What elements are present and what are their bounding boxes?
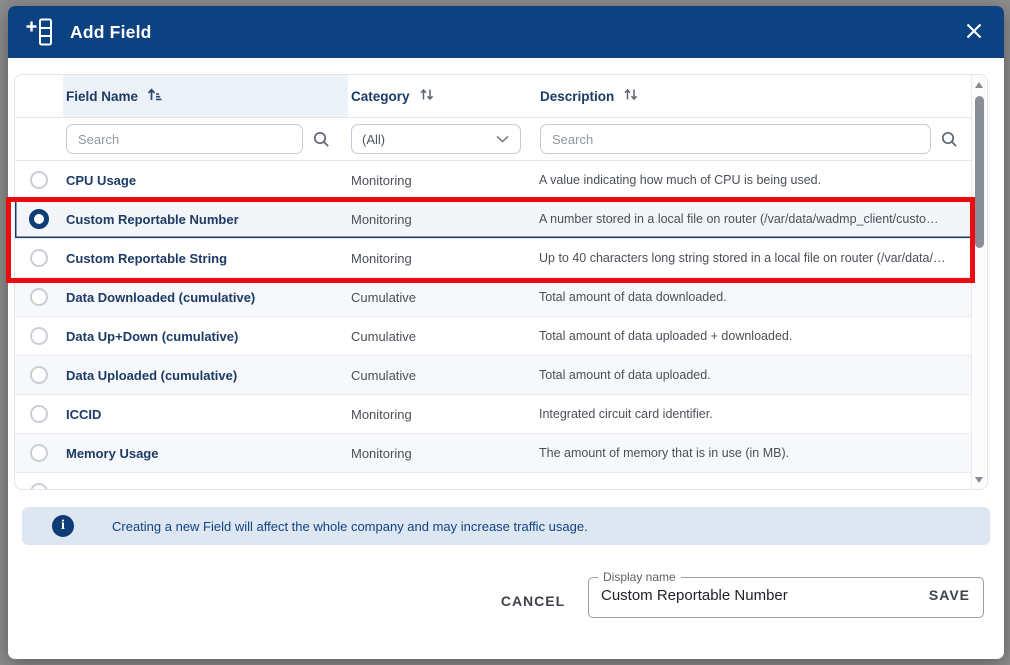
description-cell: Up to 40 characters long string stored i… <box>537 251 971 265</box>
field-name-cell: Memory Usage <box>63 446 348 461</box>
table-row[interactable]: ICCID Monitoring Integrated circuit card… <box>15 395 987 434</box>
description-cell: A number stored in a local file on route… <box>537 212 971 226</box>
description-header-label: Description <box>540 89 614 104</box>
field-name-cell: Custom Reportable Number <box>63 212 348 227</box>
close-icon <box>964 21 984 44</box>
display-name-field: Display name SAVE <box>588 570 984 618</box>
cancel-button[interactable]: CANCEL <box>478 586 588 616</box>
table-row[interactable]: Data Uploaded (cumulative) Cumulative To… <box>15 356 987 395</box>
field-name-cell: Custom Reportable String <box>63 251 348 266</box>
display-name-label: Display name <box>598 570 681 584</box>
category-cell: Cumulative <box>348 368 537 383</box>
table-header-row: Field Name Category <box>15 75 987 118</box>
row-radio[interactable] <box>30 171 48 189</box>
column-header-category[interactable]: Category <box>348 75 537 117</box>
dimmed-backdrop: { "dialog": { "title": "Add Field" }, "t… <box>0 0 1010 665</box>
category-cell: Monitoring <box>348 212 537 227</box>
scroll-up-icon[interactable] <box>975 82 983 88</box>
description-cell: Integrated circuit card identifier. <box>537 407 971 421</box>
field-name-cell: Data Uploaded (cumulative) <box>63 368 348 383</box>
table-row-partial <box>15 473 987 490</box>
sort-updown-icon <box>419 87 435 105</box>
description-cell: Total amount of data uploaded + download… <box>537 329 971 343</box>
field-name-cell: ICCID <box>63 407 348 422</box>
description-cell: Total amount of data downloaded. <box>537 290 971 304</box>
table-row[interactable]: Memory Usage Monitoring The amount of me… <box>15 434 987 473</box>
description-cell: The amount of memory that is in use (in … <box>537 446 971 460</box>
add-field-dialog: Add Field Field Name <box>8 6 1004 659</box>
chevron-down-icon <box>495 134 510 144</box>
info-banner-text: Creating a new Field will affect the who… <box>112 519 588 534</box>
info-icon: i <box>52 515 74 537</box>
category-cell: Monitoring <box>348 446 537 461</box>
category-filter-value: (All) <box>362 132 385 147</box>
field-name-cell: Data Up+Down (cumulative) <box>63 329 348 344</box>
add-field-icon <box>24 16 56 48</box>
description-cell: Total amount of data uploaded. <box>537 368 971 382</box>
row-radio[interactable] <box>30 366 48 384</box>
description-search-input[interactable] <box>540 124 931 154</box>
description-cell: A value indicating how much of CPU is be… <box>537 173 971 187</box>
table-row[interactable]: Custom Reportable String Monitoring Up t… <box>15 239 987 278</box>
field-name-search-input[interactable] <box>66 124 303 154</box>
save-button[interactable]: SAVE <box>916 587 983 603</box>
category-cell: Cumulative <box>348 329 537 344</box>
display-name-input[interactable] <box>589 587 916 604</box>
dialog-title: Add Field <box>70 22 152 43</box>
table-body: CPU Usage Monitoring A value indicating … <box>15 161 987 473</box>
table-row[interactable]: CPU Usage Monitoring A value indicating … <box>15 161 987 200</box>
field-name-cell: Data Downloaded (cumulative) <box>63 290 348 305</box>
table-row[interactable]: Custom Reportable Number Monitoring A nu… <box>15 200 987 239</box>
field-name-cell: CPU Usage <box>63 173 348 188</box>
row-radio[interactable] <box>30 249 48 267</box>
scrollbar-thumb[interactable] <box>975 96 984 248</box>
column-header-description[interactable]: Description <box>537 75 971 117</box>
sort-ascending-icon <box>147 87 163 105</box>
category-cell: Monitoring <box>348 173 537 188</box>
table-row[interactable]: Data Downloaded (cumulative) Cumulative … <box>15 278 987 317</box>
info-banner: i Creating a new Field will affect the w… <box>22 507 990 545</box>
search-icon[interactable] <box>312 130 331 149</box>
table-scrollbar[interactable] <box>971 75 987 489</box>
category-filter-select[interactable]: (All) <box>351 124 521 154</box>
row-radio[interactable] <box>30 483 48 490</box>
row-radio[interactable] <box>30 288 48 306</box>
column-header-field-name[interactable]: Field Name <box>63 75 348 117</box>
row-radio[interactable] <box>30 405 48 423</box>
radio-column-header <box>15 75 63 117</box>
row-radio[interactable] <box>29 209 49 229</box>
close-button[interactable] <box>958 15 990 50</box>
category-header-label: Category <box>351 89 410 104</box>
category-cell: Monitoring <box>348 251 537 266</box>
row-radio[interactable] <box>30 327 48 345</box>
fields-table: Field Name Category <box>14 74 988 490</box>
scroll-down-icon[interactable] <box>975 477 983 483</box>
table-filter-row: (All) <box>15 118 987 161</box>
dialog-header: Add Field <box>8 6 1004 58</box>
category-cell: Cumulative <box>348 290 537 305</box>
field-name-header-label: Field Name <box>66 89 138 104</box>
search-icon[interactable] <box>940 130 959 149</box>
row-radio[interactable] <box>30 444 48 462</box>
category-cell: Monitoring <box>348 407 537 422</box>
table-row[interactable]: Data Up+Down (cumulative) Cumulative Tot… <box>15 317 987 356</box>
sort-updown-icon <box>623 87 639 105</box>
